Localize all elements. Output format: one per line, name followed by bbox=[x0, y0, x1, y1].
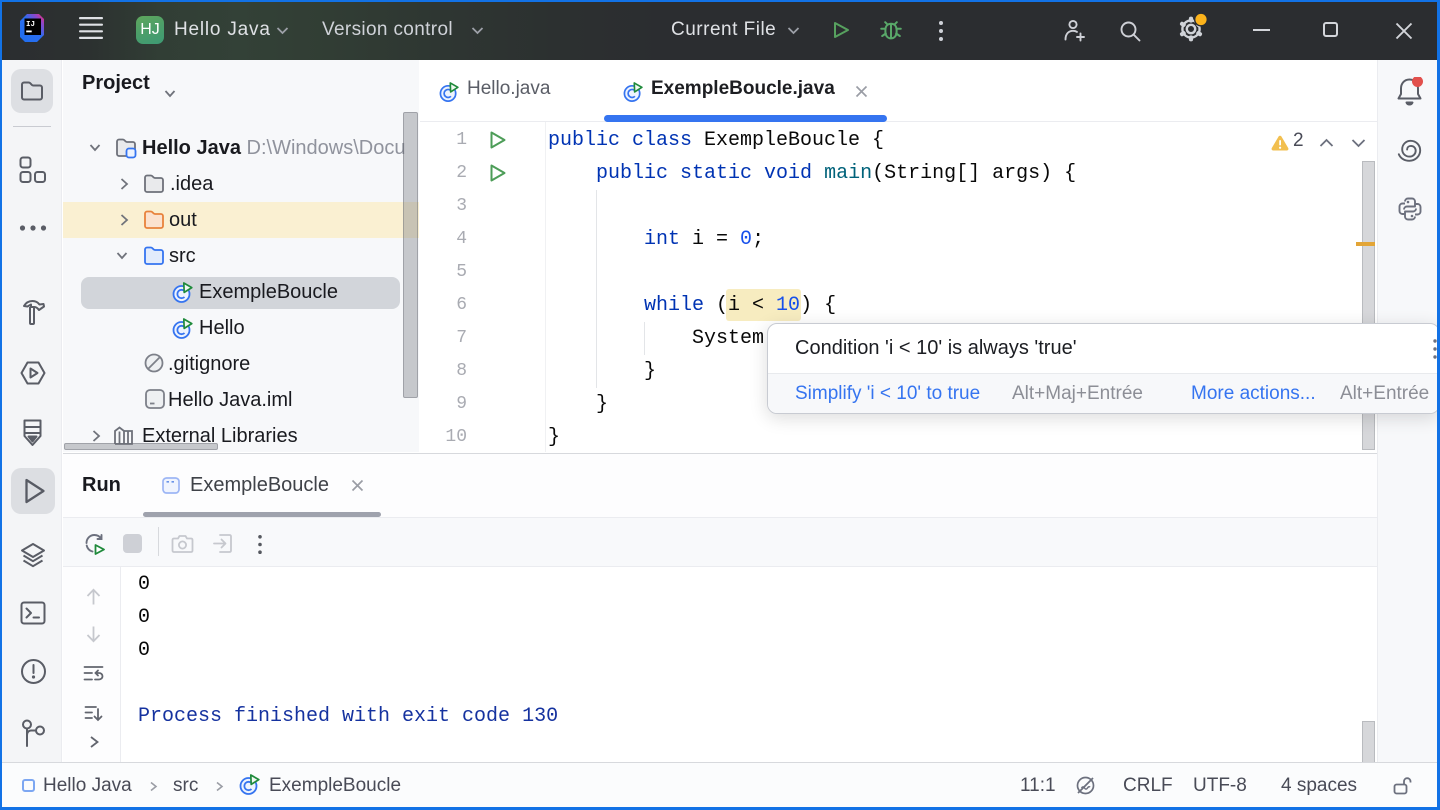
svg-text:IJ: IJ bbox=[26, 21, 35, 29]
